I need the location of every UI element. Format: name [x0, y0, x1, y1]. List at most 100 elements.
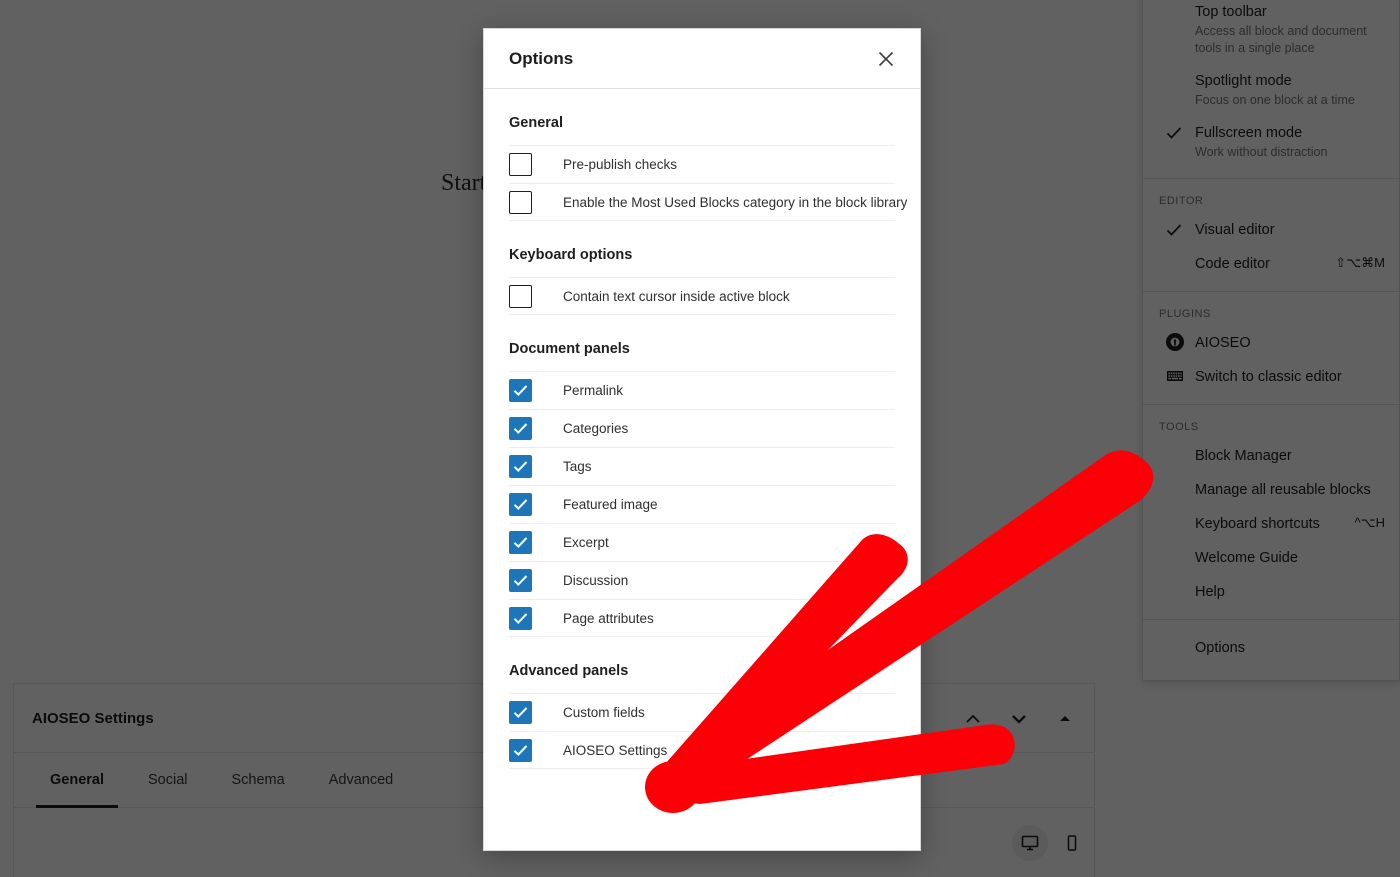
menu-item-label: Code editor	[1195, 256, 1270, 272]
menu-group-label-tools: Tools	[1159, 421, 1199, 433]
tab-schema[interactable]: Schema	[210, 753, 307, 807]
checkbox-tags[interactable]	[509, 455, 532, 478]
menu-group-view: Top toolbar Access all block and documen…	[1143, 0, 1399, 179]
chevron-down-icon	[1012, 714, 1026, 724]
menu-item-label: Block Manager	[1195, 448, 1292, 464]
aioseo-panel-actions	[950, 684, 1088, 753]
menu-item-top-toolbar[interactable]: Top toolbar Access all block and documen…	[1143, 0, 1399, 64]
option-row-featured-image[interactable]: Featured image	[509, 485, 895, 523]
tab-advanced[interactable]: Advanced	[307, 753, 416, 807]
chevron-up-icon	[966, 714, 980, 723]
option-row-aioseo-settings[interactable]: AIOSEO Settings	[509, 731, 895, 769]
menu-item-spotlight-mode[interactable]: Spotlight mode Focus on one block at a t…	[1143, 64, 1399, 116]
section-title: Keyboard options	[509, 247, 633, 263]
section-general: General Pre-publish checks Enable the Mo…	[509, 89, 907, 221]
menu-item-fullscreen-mode[interactable]: Fullscreen mode Work without distraction	[1143, 116, 1399, 168]
menu-item-keyboard-shortcuts[interactable]: Keyboard shortcuts ^⌥H	[1143, 507, 1399, 541]
option-label: Discussion	[563, 573, 629, 588]
section-title: Document panels	[509, 341, 630, 357]
option-label: Featured image	[563, 497, 658, 512]
checkbox-pre-publish-checks[interactable]	[509, 153, 532, 176]
checkbox-categories[interactable]	[509, 417, 532, 440]
option-row-permalink[interactable]: Permalink	[509, 371, 895, 409]
option-label: AIOSEO Settings	[563, 742, 668, 758]
menu-item-description: Focus on one block at a time	[1195, 93, 1355, 107]
menu-item-label: Help	[1195, 584, 1225, 600]
preview-device-group	[1012, 825, 1090, 861]
menu-group-editor: Editor Visual editor Code editor ⇧⌥⌘M	[1143, 179, 1399, 292]
checkmark-icon	[1165, 221, 1183, 239]
mobile-icon	[1067, 835, 1077, 851]
desktop-preview-button[interactable]	[1012, 825, 1048, 861]
tab-general[interactable]: General	[28, 753, 126, 808]
checkbox-featured-image[interactable]	[509, 493, 532, 516]
checkmark-icon	[1165, 124, 1183, 142]
option-row-custom-fields[interactable]: Custom fields	[509, 693, 895, 731]
option-row-enable-most-used-blocks[interactable]: Enable the Most Used Blocks category in …	[509, 183, 907, 221]
menu-item-help[interactable]: Help	[1143, 575, 1399, 609]
menu-item-block-manager[interactable]: Block Manager	[1143, 439, 1399, 473]
menu-item-shortcut: ^⌥H	[1354, 515, 1385, 530]
option-row-page-attributes[interactable]: Page attributes	[509, 599, 895, 637]
menu-group-options: Options	[1143, 620, 1399, 680]
menu-item-label: Fullscreen mode	[1195, 125, 1303, 141]
menu-item-manage-reusable-blocks[interactable]: Manage all reusable blocks	[1143, 473, 1399, 507]
editor-scrollbar[interactable]	[1112, 0, 1126, 877]
menu-item-switch-to-classic-editor[interactable]: Switch to classic editor	[1143, 360, 1399, 394]
mobile-preview-button[interactable]	[1054, 825, 1090, 861]
modal-header: Options	[484, 29, 920, 89]
option-row-contain-text-cursor[interactable]: Contain text cursor inside active block	[509, 277, 895, 315]
menu-item-label: AIOSEO	[1195, 335, 1251, 351]
checkbox-aioseo-settings[interactable]	[509, 738, 532, 762]
menu-item-label: Visual editor	[1195, 222, 1275, 238]
option-row-excerpt[interactable]: Excerpt	[509, 523, 895, 561]
checkbox-enable-most-used-blocks[interactable]	[509, 190, 532, 214]
menu-item-label: Options	[1195, 640, 1245, 656]
checkbox-contain-text-cursor[interactable]	[509, 284, 532, 308]
close-button[interactable]	[866, 39, 906, 79]
menu-item-label: Welcome Guide	[1195, 550, 1298, 566]
option-row-tags[interactable]: Tags	[509, 447, 895, 485]
section-keyboard-options: Keyboard options Contain text cursor ins…	[509, 221, 895, 315]
option-label: Page attributes	[563, 610, 654, 626]
aioseo-icon	[1165, 332, 1185, 352]
option-label: Custom fields	[563, 705, 645, 720]
aioseo-panel-title: AIOSEO Settings	[32, 709, 154, 727]
desktop-icon	[1021, 835, 1039, 851]
close-icon	[878, 51, 894, 66]
move-down-button[interactable]	[996, 696, 1042, 742]
menu-item-code-editor[interactable]: Code editor ⇧⌥⌘M	[1143, 247, 1399, 281]
tab-social[interactable]: Social	[126, 753, 210, 807]
options-modal: Options General Pre-publish checks Enabl…	[483, 28, 921, 851]
menu-item-welcome-guide[interactable]: Welcome Guide	[1143, 541, 1399, 575]
option-label: Permalink	[563, 383, 624, 398]
menu-item-label: Switch to classic editor	[1195, 369, 1342, 385]
screen-root: Bloc Start writing or type / to ch AIOSE…	[0, 0, 1400, 877]
option-label: Contain text cursor inside active block	[563, 288, 790, 304]
option-row-categories[interactable]: Categories	[509, 409, 895, 447]
option-row-discussion[interactable]: Discussion	[509, 561, 895, 599]
option-label: Excerpt	[563, 535, 609, 550]
menu-group-label-editor: Editor	[1159, 195, 1204, 207]
checkbox-custom-fields[interactable]	[509, 701, 532, 724]
keyboard-icon	[1165, 366, 1185, 386]
menu-group-tools: Tools Block Manager Manage all reusable …	[1143, 405, 1399, 620]
menu-item-label: Manage all reusable blocks	[1195, 482, 1371, 498]
menu-item-label: Spotlight mode	[1195, 73, 1292, 89]
menu-item-aioseo[interactable]: AIOSEO	[1143, 326, 1399, 360]
checkbox-page-attributes[interactable]	[509, 606, 532, 630]
option-row-pre-publish-checks[interactable]: Pre-publish checks	[509, 145, 895, 183]
option-label: Tags	[563, 459, 592, 474]
menu-item-label: Top toolbar	[1195, 4, 1267, 20]
collapse-button[interactable]	[1042, 696, 1088, 742]
move-up-button[interactable]	[950, 696, 996, 742]
menu-item-options[interactable]: Options	[1143, 626, 1399, 670]
checkbox-discussion[interactable]	[509, 569, 532, 592]
menu-item-description: Access all block and document tools in a…	[1195, 24, 1367, 55]
menu-group-label-plugins: Plugins	[1159, 308, 1211, 320]
section-advanced-panels: Advanced panels Custom fields AIOSEO Set…	[509, 637, 895, 769]
checkbox-permalink[interactable]	[509, 379, 532, 402]
menu-item-visual-editor[interactable]: Visual editor	[1143, 213, 1399, 247]
modal-title: Options	[509, 48, 574, 68]
checkbox-excerpt[interactable]	[509, 531, 532, 554]
